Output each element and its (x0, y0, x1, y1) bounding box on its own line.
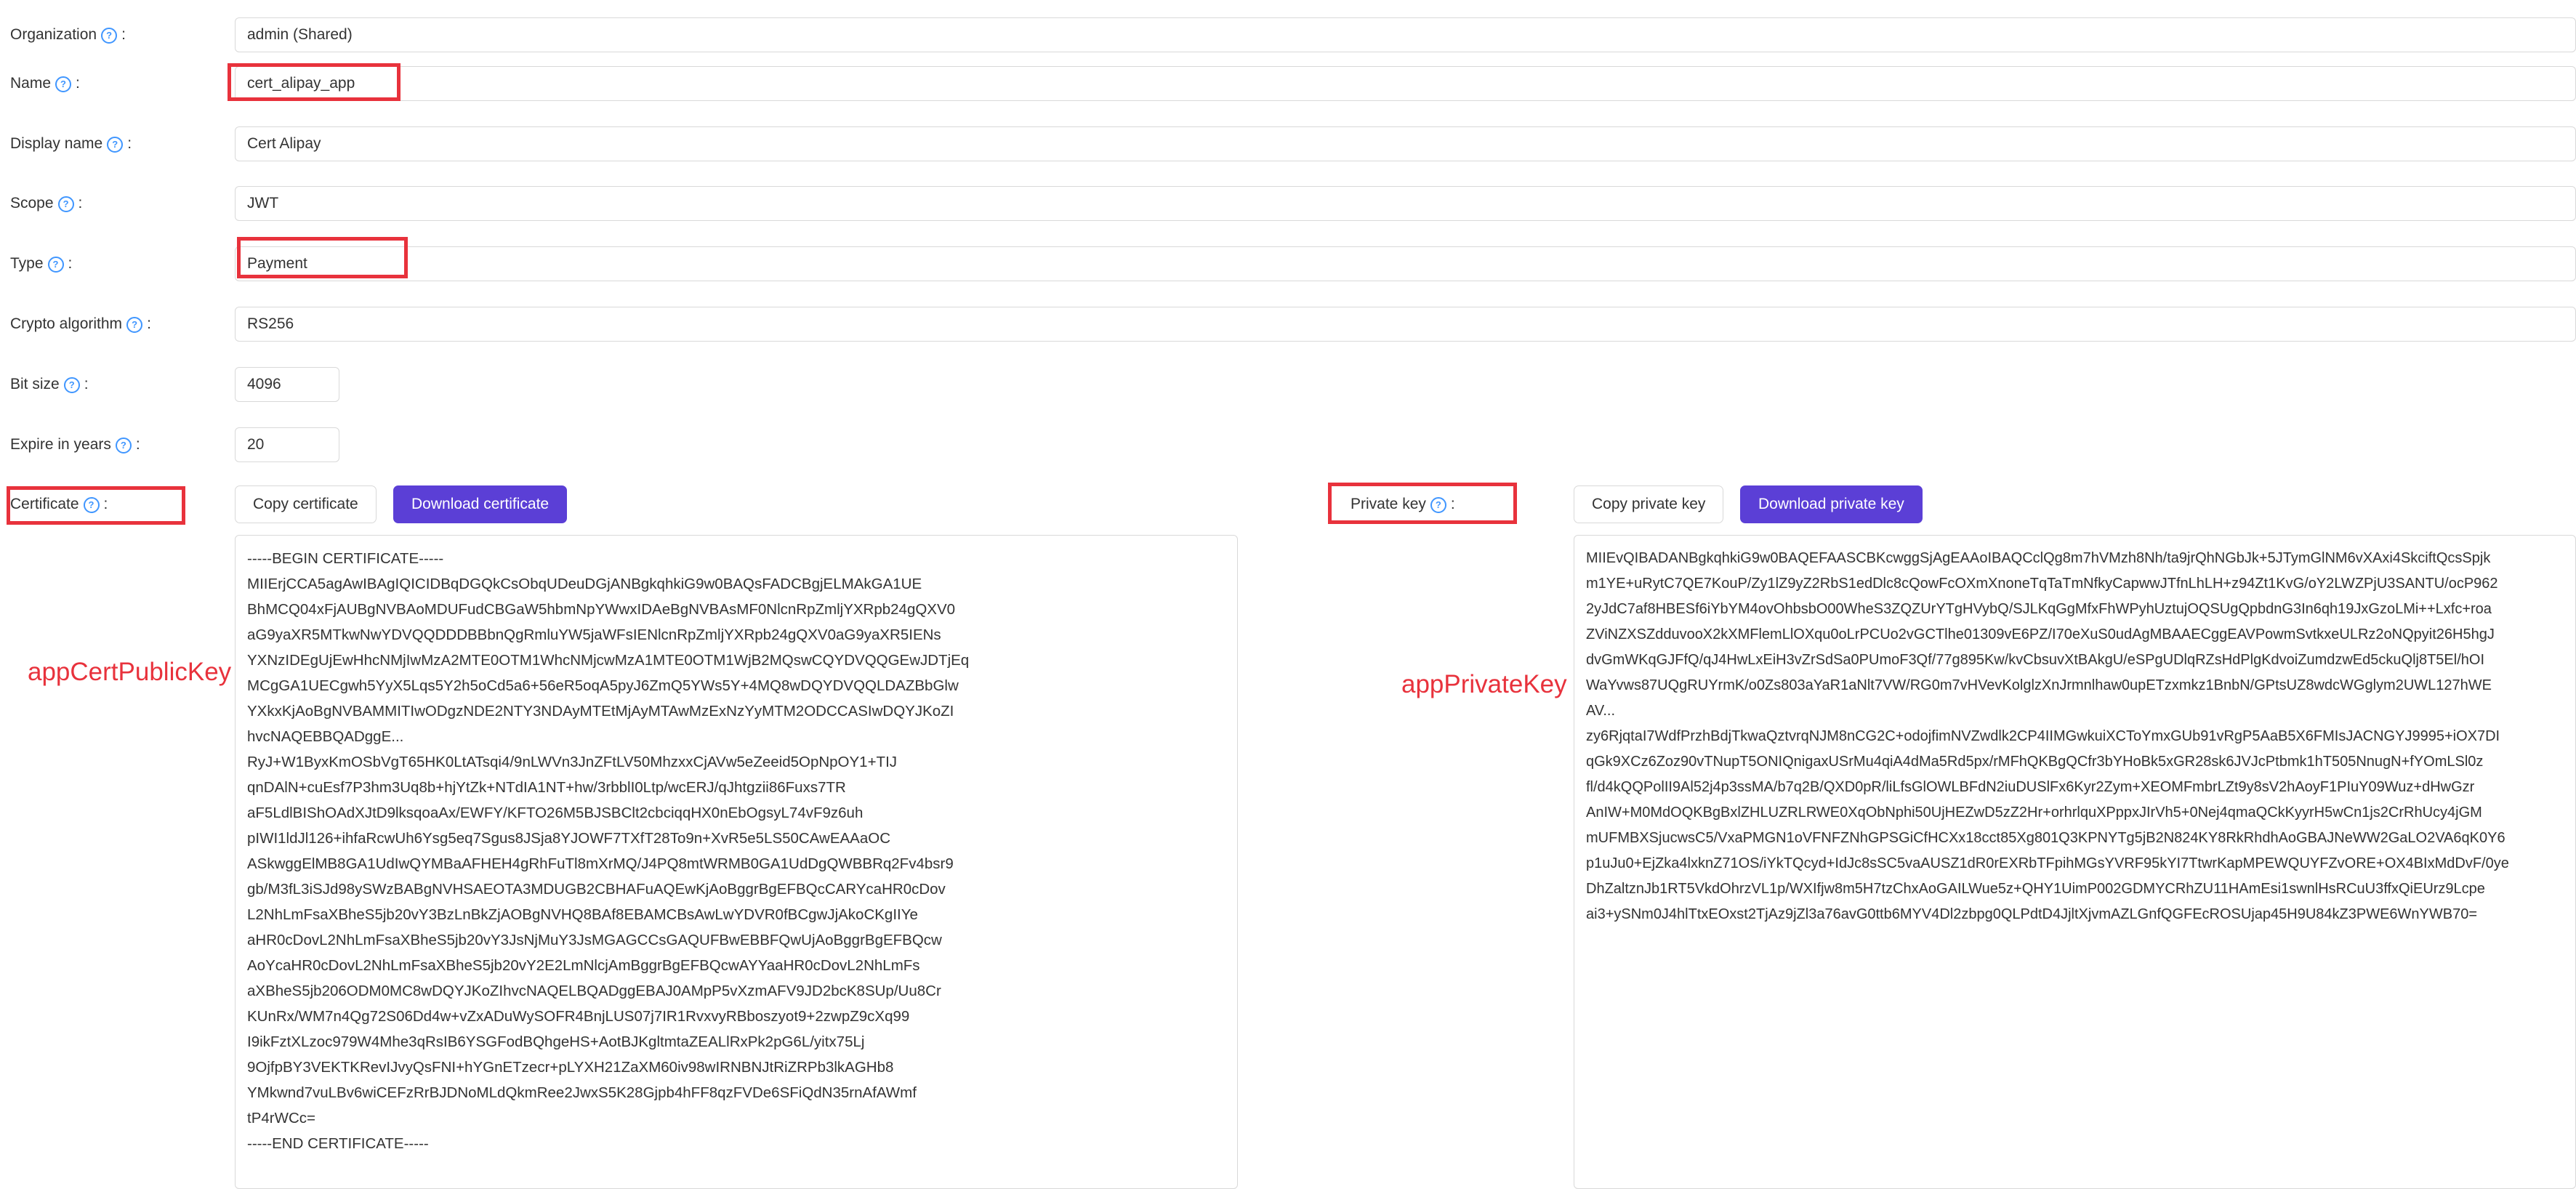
crypto-algorithm-label: Crypto algorithm?: (10, 315, 151, 333)
help-icon[interactable]: ? (57, 196, 74, 212)
display-name-label: Display name?: (10, 135, 132, 153)
copy-private-key-button[interactable]: Copy private key (1574, 485, 1724, 523)
download-private-key-button[interactable]: Download private key (1740, 485, 1923, 523)
scope-select[interactable]: JWT (235, 186, 2576, 221)
download-certificate-button[interactable]: Download certificate (393, 485, 568, 523)
help-icon[interactable]: ? (47, 257, 64, 273)
organization-row: Organization?: admin (Shared) (0, 13, 2576, 57)
help-icon[interactable]: ? (115, 438, 132, 454)
expire-in-years-input[interactable]: 20 (235, 427, 339, 462)
private-key-textarea[interactable]: MIIEvQIBADANBgkqhkiG9w0BAQEFAASCBKcwggSj… (1574, 535, 2576, 1189)
scope-label: Scope?: (10, 195, 83, 212)
name-label: Name?: (10, 75, 80, 92)
help-icon[interactable]: ? (107, 137, 124, 153)
certificate-highlight-box (7, 486, 185, 525)
bit-size-input[interactable]: 4096 (235, 367, 339, 402)
name-input[interactable]: cert_alipay_app (235, 66, 2576, 101)
private-key-highlight-box (1328, 483, 1517, 524)
type-label: Type?: (10, 255, 73, 273)
display-name-row: Display name?: Cert Alipay (0, 122, 2576, 166)
bit-size-label: Bit size?: (10, 376, 89, 393)
help-icon[interactable]: ? (126, 317, 143, 333)
help-icon[interactable]: ? (55, 76, 72, 92)
cert-public-key-annotation: appCertPublicKey (28, 658, 232, 686)
name-highlight-box (228, 63, 401, 101)
crypto-algorithm-select[interactable]: RS256 (235, 307, 2576, 342)
scope-row: Scope?: JWT (0, 182, 2576, 225)
type-select[interactable]: Payment (235, 246, 2576, 281)
copy-certificate-button[interactable]: Copy certificate (235, 485, 377, 523)
help-icon[interactable]: ? (63, 377, 80, 393)
organization-select[interactable]: admin (Shared) (235, 17, 2576, 52)
crypto-algorithm-row: Crypto algorithm?: RS256 (0, 302, 2576, 346)
expire-in-years-row: Expire in years?: 20 (0, 423, 2576, 467)
organization-label: Organization?: (10, 26, 126, 44)
private-key-annotation: appPrivateKey (1401, 670, 1567, 698)
type-highlight-box (237, 237, 408, 278)
help-icon[interactable]: ? (101, 28, 118, 44)
display-name-input[interactable]: Cert Alipay (235, 126, 2576, 161)
expire-in-years-label: Expire in years?: (10, 436, 140, 454)
certificate-textarea[interactable]: -----BEGIN CERTIFICATE----- MIIErjCCA5ag… (235, 535, 1238, 1189)
bit-size-row: Bit size?: 4096 (0, 363, 2576, 406)
